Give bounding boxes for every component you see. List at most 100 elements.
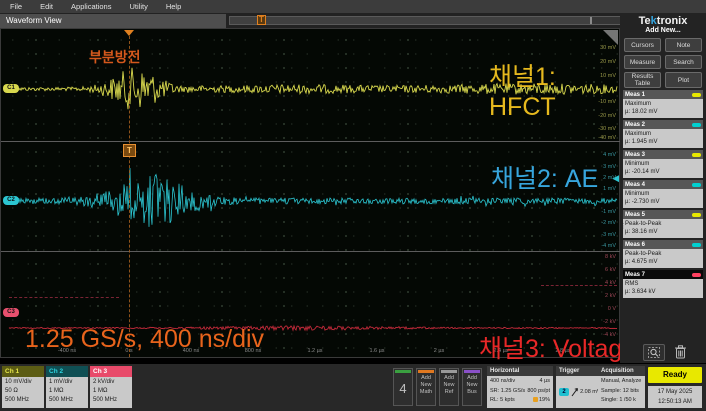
horizontal-resolution: 800 ps/pt: [527, 387, 550, 397]
ch3-settings-badge[interactable]: Ch 3 2 kV/div 1 MΩ 500 MHz: [90, 366, 132, 408]
add-math-label: Add New Math: [417, 375, 435, 396]
acquisition-title: Acquisition: [598, 366, 645, 376]
results-sidebar: Tektronix Add New... Cursors Note Measur…: [620, 13, 706, 363]
meas-value: µ: 38.16 mV: [625, 228, 701, 236]
meas-source-chip: [692, 93, 701, 97]
meas-3-badge[interactable]: Meas 3 Minimumµ: -20.14 mV: [623, 150, 703, 178]
meas-type: RMS: [625, 280, 701, 288]
warning-icon: [533, 397, 538, 402]
math-color-strip: [418, 370, 434, 373]
meas-value: µ: 4.675 mV: [625, 258, 701, 266]
zoom-box-icon: [648, 347, 660, 358]
plot-button[interactable]: Plot: [665, 72, 702, 88]
horizontal-badge[interactable]: Horizontal 400 ns/div4 µs SR: 1.25 GS/s8…: [487, 366, 553, 408]
meas-type: Maximum: [625, 130, 701, 138]
slice-separator-1: [1, 141, 621, 142]
horizontal-title: Horizontal: [487, 366, 553, 376]
ch2-impedance: 1 MΩ: [49, 387, 85, 396]
y-tick-label: -30 mV: [598, 126, 616, 132]
trigger-position-line: [129, 31, 130, 357]
menu-file[interactable]: File: [10, 2, 22, 11]
meas-5-badge[interactable]: Meas 5 Peak-to-Peakµ: 38.16 mV: [623, 210, 703, 238]
add-new-ref-button[interactable]: Add New Ref: [439, 368, 459, 406]
x-tick-label: 1.6 µs: [369, 348, 384, 354]
ch2-scale: 1 mV/div: [49, 378, 85, 387]
settings-bar: Ch 1 10 mV/div 50 Ω 500 MHz Ch 2 1 mV/di…: [0, 363, 706, 411]
ch1-settings-badge[interactable]: Ch 1 10 mV/div 50 Ω 500 MHz: [2, 366, 44, 408]
add-bus-label: Add New Bus: [463, 375, 481, 396]
trigger-flag-icon[interactable]: T: [123, 144, 136, 157]
trash-button[interactable]: [670, 344, 690, 359]
acquisition-single: Single: 1 /50 k: [601, 396, 642, 406]
meas-name: Meas 7: [625, 272, 645, 278]
meas-value: µ: -20.14 mV: [625, 168, 701, 176]
ch4-color-strip: [395, 370, 411, 373]
annotation-partial-discharge: 부분방전: [89, 47, 141, 67]
annotation-channel1: 채널1: HFCT: [489, 57, 619, 122]
menu-edit[interactable]: Edit: [40, 2, 53, 11]
meas-name: Meas 6: [625, 242, 645, 248]
minimap-window[interactable]: [230, 17, 592, 24]
meas-4-badge[interactable]: Meas 4 Minimumµ: -2.730 mV: [623, 180, 703, 208]
trigger-position-icon[interactable]: [124, 30, 134, 36]
cursors-button[interactable]: Cursors: [624, 38, 661, 52]
add-ref-label: Add New Ref: [440, 375, 458, 396]
annotation-channel2: 채널2: AE: [491, 159, 598, 195]
ch3-scale: 2 kV/div: [93, 378, 129, 387]
results-table-button[interactable]: Results Table: [624, 72, 661, 88]
ch2-settings-badge[interactable]: Ch 2 1 mV/div 1 MΩ 500 MHz: [46, 366, 88, 408]
menu-applications[interactable]: Applications: [71, 2, 111, 11]
meas-source-chip: [692, 273, 701, 277]
measure-button[interactable]: Measure: [624, 55, 661, 69]
menu-bar: File Edit Applications Utility Help: [0, 0, 706, 13]
ready-status-badge: Ready: [648, 367, 702, 383]
y-tick-label: -3 mV: [601, 232, 616, 238]
splitter-handle[interactable]: ⋮: [620, 225, 627, 229]
y-tick-label: 6 kV: [605, 267, 616, 273]
threshold-line-left: [9, 297, 119, 298]
add-new-math-button[interactable]: Add New Math: [416, 368, 436, 406]
meas-7-badge[interactable]: Meas 7 RMSµ: 3.634 kV: [623, 270, 703, 298]
add-new-bus-button[interactable]: Add New Bus: [462, 368, 482, 406]
meas-1-badge[interactable]: Meas 1 Maximumµ: 18.02 mV: [623, 90, 703, 118]
zoom-mode-button[interactable]: [643, 344, 665, 361]
tab-waveform-view[interactable]: Waveform View: [0, 14, 226, 28]
menu-utility[interactable]: Utility: [129, 2, 147, 11]
ch1-impedance: 50 Ω: [5, 387, 41, 396]
ch1-name: Ch 1: [2, 366, 44, 377]
ch4-button[interactable]: 4: [393, 368, 413, 406]
meas-source-chip: [692, 123, 701, 127]
acquisition-sample: Sample: 12 bits: [601, 387, 642, 397]
search-button[interactable]: Search: [665, 55, 702, 69]
meas-value: µ: -2.730 mV: [625, 198, 701, 206]
meas-type: Minimum: [625, 190, 701, 198]
meas-name: Meas 5: [625, 212, 645, 218]
y-tick-label: 2 kV: [605, 293, 616, 299]
acquisition-badge[interactable]: Acquisition Manual, Analyze Sample: 12 b…: [598, 366, 645, 408]
meas-name: Meas 2: [625, 122, 645, 128]
meas-name: Meas 1: [625, 92, 645, 98]
meas-2-badge[interactable]: Meas 2 Maximumµ: 1.945 mV: [623, 120, 703, 148]
acquisition-mode: Manual, Analyze: [601, 377, 642, 387]
meas-type: Peak-to-Peak: [625, 220, 701, 228]
channel2-marker[interactable]: C2: [3, 196, 19, 205]
meas-value: µ: 1.945 mV: [625, 138, 701, 146]
y-tick-label: 1 mV: [603, 186, 616, 192]
datetime-display: 17 May 2025 12:50:13 AM: [648, 386, 702, 408]
waveform-graticule[interactable]: T C1 C2 C3 ◀ 30 mV20 mV10 mV-10 mV-20 mV…: [0, 28, 620, 358]
y-tick-label: 2 mV: [603, 175, 616, 181]
meas-type: Maximum: [625, 100, 701, 108]
ch1-scale: 10 mV/div: [5, 378, 41, 387]
ch2-name: Ch 2: [46, 366, 88, 377]
time-text: 12:50:13 AM: [648, 397, 702, 407]
y-tick-label: 4 mV: [603, 152, 616, 158]
ch3-bandwidth: 500 MHz: [93, 396, 129, 405]
channel1-marker[interactable]: C1: [3, 84, 19, 93]
menu-help[interactable]: Help: [166, 2, 181, 11]
channel3-marker[interactable]: C3: [3, 308, 19, 317]
oscilloscope-screen: File Edit Applications Utility Help Wave…: [0, 0, 706, 411]
zoom-corner-handle-icon[interactable]: [603, 30, 618, 45]
meas-6-badge[interactable]: Meas 6 Peak-to-Peakµ: 4.675 mV: [623, 240, 703, 268]
note-button[interactable]: Note: [665, 38, 702, 52]
meas-type: Minimum: [625, 160, 701, 168]
